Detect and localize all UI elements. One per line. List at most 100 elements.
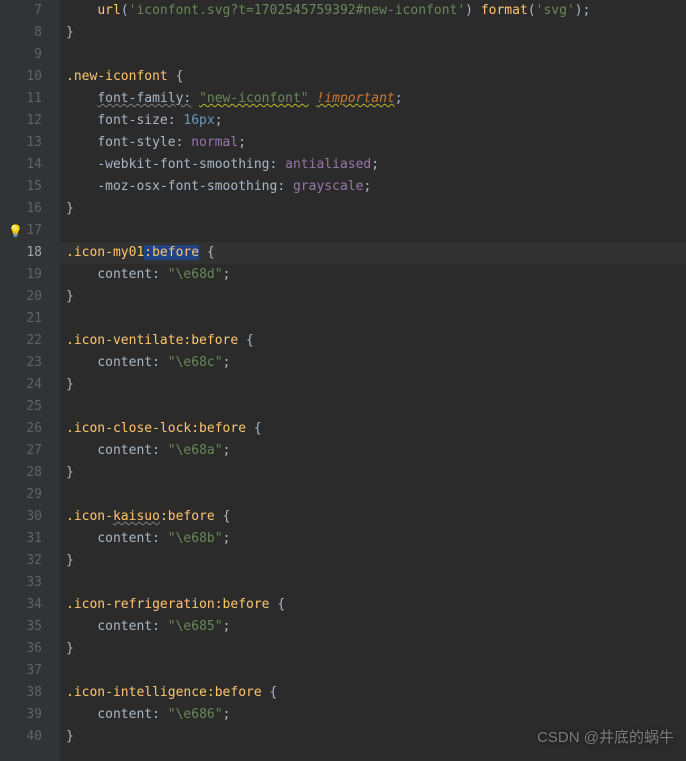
- line-number: 40: [0, 726, 42, 748]
- line-number: 7: [0, 0, 42, 22]
- code-line[interactable]: [60, 660, 686, 682]
- lightbulb-icon[interactable]: 💡: [8, 220, 23, 242]
- code-token: .new-iconfont: [66, 69, 176, 84]
- line-number: 20: [0, 286, 42, 308]
- code-line[interactable]: 💡: [60, 220, 686, 242]
- line-number: 13: [0, 132, 42, 154]
- code-line[interactable]: }: [60, 462, 686, 484]
- code-line[interactable]: .icon-intelligence:before {: [60, 682, 686, 704]
- code-token: format: [481, 3, 528, 18]
- code-line[interactable]: [60, 308, 686, 330]
- line-number: 30: [0, 506, 42, 528]
- code-token: {: [246, 333, 254, 348]
- code-line[interactable]: .icon-refrigeration:before {: [60, 594, 686, 616]
- line-number: 32: [0, 550, 42, 572]
- code-token: content:: [97, 443, 167, 458]
- code-token: }: [66, 465, 74, 480]
- line-number: 34: [0, 594, 42, 616]
- code-token: }: [66, 729, 74, 744]
- line-number: 11: [0, 88, 42, 110]
- line-number: 8: [0, 22, 42, 44]
- code-token: ;: [395, 91, 403, 106]
- code-line[interactable]: font-size: 16px;: [60, 110, 686, 132]
- code-token: !important: [316, 91, 394, 106]
- line-number: 31: [0, 528, 42, 550]
- code-token: "new-iconfont": [199, 91, 309, 106]
- code-token: }: [66, 25, 74, 40]
- code-line[interactable]: -moz-osx-font-smoothing: grayscale;: [60, 176, 686, 198]
- line-number: 16: [0, 198, 42, 220]
- code-token: {: [270, 685, 278, 700]
- code-token: content:: [97, 355, 167, 370]
- code-line[interactable]: .icon-ventilate:before {: [60, 330, 686, 352]
- code-line[interactable]: url('iconfont.svg?t=1702545759392#new-ic…: [60, 0, 686, 22]
- code-token: .icon-: [66, 509, 113, 524]
- code-token: content:: [97, 267, 167, 282]
- code-line[interactable]: content: "\e686";: [60, 704, 686, 726]
- code-line[interactable]: [60, 484, 686, 506]
- code-line[interactable]: .new-iconfont {: [60, 66, 686, 88]
- line-number-gutter: 7891011121314151617181920212223242526272…: [0, 0, 60, 761]
- code-token: ;: [363, 179, 371, 194]
- code-token: );: [575, 3, 591, 18]
- code-line[interactable]: }: [60, 198, 686, 220]
- code-line[interactable]: [60, 44, 686, 66]
- line-number: 10: [0, 66, 42, 88]
- code-line[interactable]: -webkit-font-smoothing: antialiased;: [60, 154, 686, 176]
- code-line[interactable]: [60, 572, 686, 594]
- code-token: ;: [215, 113, 223, 128]
- code-line[interactable]: font-style: normal;: [60, 132, 686, 154]
- code-line[interactable]: content: "\e68c";: [60, 352, 686, 374]
- code-token: font-family:: [97, 91, 191, 106]
- code-token: :before: [207, 685, 270, 700]
- code-token: }: [66, 553, 74, 568]
- code-token: {: [277, 597, 285, 612]
- code-area[interactable]: url('iconfont.svg?t=1702545759392#new-ic…: [60, 0, 686, 761]
- line-number: 24: [0, 374, 42, 396]
- code-line[interactable]: }: [60, 374, 686, 396]
- code-line[interactable]: font-family: "new-iconfont" !important;: [60, 88, 686, 110]
- code-token: ;: [223, 267, 231, 282]
- code-line[interactable]: .icon-kaisuo:before {: [60, 506, 686, 528]
- code-token: "\e685": [168, 619, 223, 634]
- code-line[interactable]: [60, 396, 686, 418]
- line-number: 26: [0, 418, 42, 440]
- code-line[interactable]: }: [60, 550, 686, 572]
- code-token: :before: [183, 333, 246, 348]
- code-token: ): [465, 3, 481, 18]
- code-line[interactable]: .icon-close-lock:before {: [60, 418, 686, 440]
- line-number: 15: [0, 176, 42, 198]
- code-line[interactable]: content: "\e68a";: [60, 440, 686, 462]
- code-token: :before: [160, 509, 223, 524]
- code-token: 'iconfont.svg?t=1702545759392#new-iconfo…: [129, 3, 466, 18]
- code-line[interactable]: }: [60, 726, 686, 748]
- code-line[interactable]: content: "\e685";: [60, 616, 686, 638]
- code-line[interactable]: .icon-my01:before {: [60, 242, 686, 264]
- code-token: .icon-my01: [66, 245, 144, 260]
- line-number: 21: [0, 308, 42, 330]
- code-token: {: [254, 421, 262, 436]
- code-token: url: [97, 3, 120, 18]
- line-number: 28: [0, 462, 42, 484]
- code-line[interactable]: }: [60, 286, 686, 308]
- code-token: "\e68a": [168, 443, 223, 458]
- code-line[interactable]: }: [60, 638, 686, 660]
- code-editor[interactable]: 7891011121314151617181920212223242526272…: [0, 0, 686, 761]
- code-token: }: [66, 289, 74, 304]
- code-token: (: [121, 3, 129, 18]
- code-token: 16px: [183, 113, 214, 128]
- line-number: 37: [0, 660, 42, 682]
- code-token: .icon-refrigeration: [66, 597, 215, 612]
- code-token: font-style:: [97, 135, 191, 150]
- line-number: 35: [0, 616, 42, 638]
- code-token: :before: [215, 597, 278, 612]
- code-token: ;: [223, 707, 231, 722]
- code-token: .icon-intelligence: [66, 685, 207, 700]
- line-number: 38: [0, 682, 42, 704]
- code-token: -webkit-font-smoothing:: [97, 157, 285, 172]
- line-number: 27: [0, 440, 42, 462]
- code-line[interactable]: }: [60, 22, 686, 44]
- code-line[interactable]: content: "\e68b";: [60, 528, 686, 550]
- code-token: "\e686": [168, 707, 223, 722]
- code-line[interactable]: content: "\e68d";: [60, 264, 686, 286]
